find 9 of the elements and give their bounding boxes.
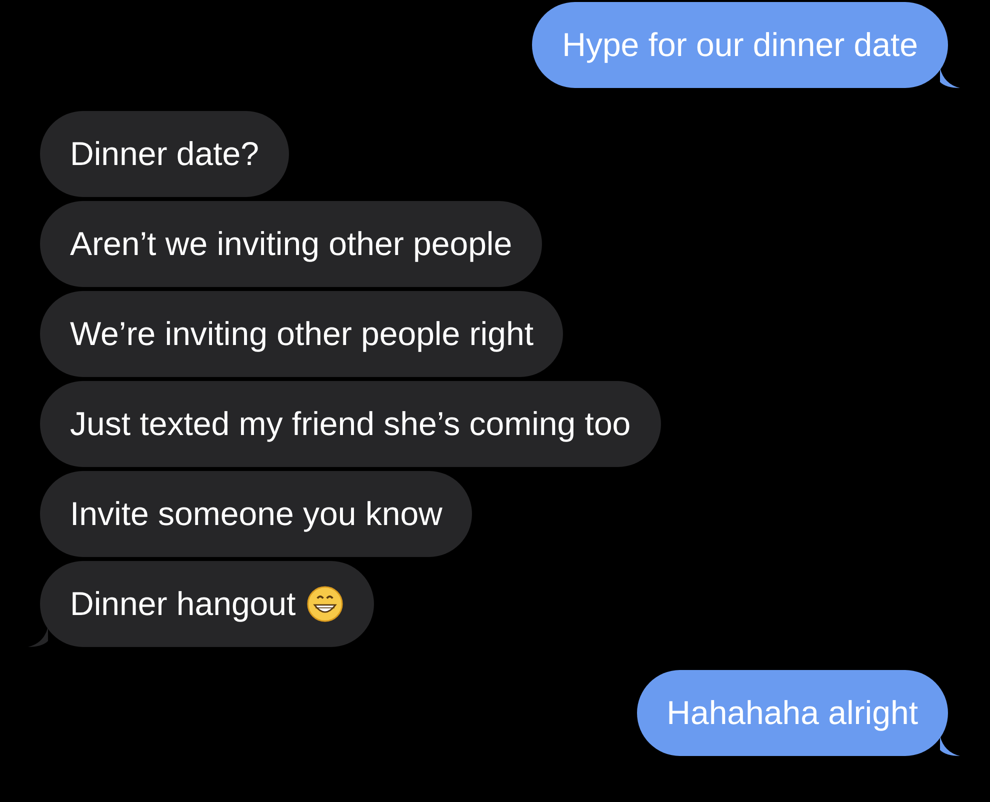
grinning-face-icon — [306, 585, 344, 623]
message-text: Hype for our dinner date — [562, 26, 918, 64]
message-text: Aren’t we inviting other people — [70, 225, 512, 263]
message-text: Invite someone you know — [70, 495, 442, 533]
message-text: Just texted my friend she’s coming too — [70, 405, 631, 443]
message-text: Dinner date? — [70, 135, 259, 173]
message-text: We’re inviting other people right — [70, 315, 534, 353]
message-text: Hahahaha alright — [666, 694, 918, 732]
message-text: Dinner hangout — [70, 585, 296, 623]
